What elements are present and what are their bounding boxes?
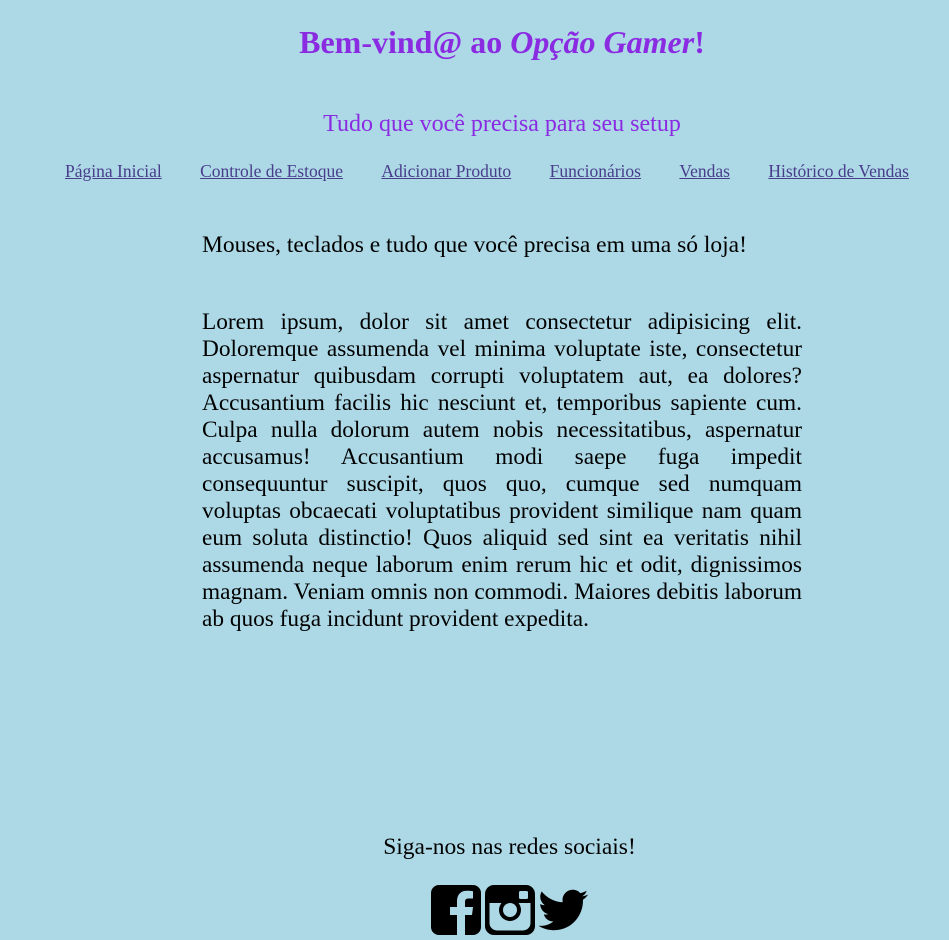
nav-link-pagina-inicial[interactable]: Página Inicial bbox=[48, 160, 179, 182]
title-prefix: Bem-vind@ ao bbox=[299, 24, 511, 60]
page-title: Bem-vind@ ao Opção Gamer! bbox=[0, 22, 949, 62]
nav-link-historico-de-vendas[interactable]: Histórico de Vendas bbox=[751, 160, 926, 182]
intro-paragraph: Lorem ipsum, dolor sit amet consectetur … bbox=[202, 309, 802, 632]
nav-link-funcionarios[interactable]: Funcionários bbox=[533, 160, 658, 182]
twitter-icon[interactable] bbox=[538, 885, 589, 935]
brand-name: Opção Gamer bbox=[510, 24, 695, 60]
store-tagline: Mouses, teclados e tudo que você precisa… bbox=[202, 232, 747, 258]
title-suffix: ! bbox=[694, 24, 705, 60]
nav-link-controle-de-estoque[interactable]: Controle de Estoque bbox=[183, 160, 360, 182]
facebook-icon[interactable] bbox=[431, 885, 481, 935]
main-nav: Página Inicial Controle de Estoque Adici… bbox=[48, 160, 926, 182]
follow-us-text: Siga-nos nas redes sociais! bbox=[383, 834, 636, 860]
instagram-icon[interactable] bbox=[485, 885, 535, 935]
page-subtitle: Tudo que você precisa para seu setup bbox=[323, 111, 681, 137]
nav-link-vendas[interactable]: Vendas bbox=[662, 160, 747, 182]
social-links bbox=[431, 885, 589, 935]
nav-link-adicionar-produto[interactable]: Adicionar Produto bbox=[364, 160, 528, 182]
